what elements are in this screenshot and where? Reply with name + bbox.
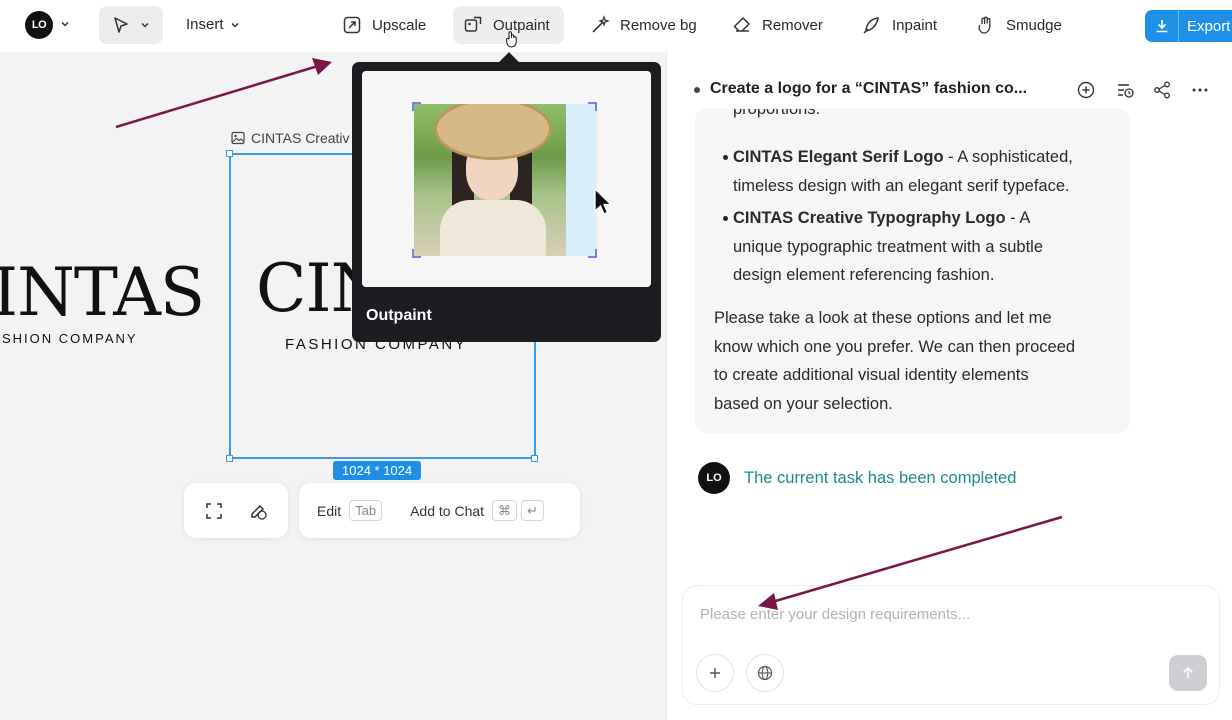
- remove-bg-label: Remove bg: [620, 16, 697, 34]
- list-item: CINTAS Elegant Serif Logo - A sophistica…: [733, 148, 1073, 195]
- frame-label[interactable]: CINTAS Creativ: [231, 130, 350, 146]
- inpaint-label: Inpaint: [892, 16, 938, 34]
- insert-menu[interactable]: Insert: [186, 16, 240, 33]
- inpaint-icon: [863, 17, 879, 34]
- partial-line: proportions.: [733, 109, 821, 118]
- export-label: Export: [1187, 17, 1231, 35]
- export-button[interactable]: Export: [1145, 10, 1232, 42]
- frame-edit-bar: Edit Tab Add to Chat ⌘ ↵: [299, 483, 580, 538]
- attach-button[interactable]: [696, 654, 734, 692]
- download-icon: [1145, 10, 1179, 42]
- preview-photo: [414, 104, 566, 256]
- list-item: CINTAS Creative Typography Logo - A uniq…: [733, 209, 1044, 284]
- resize-handle-bottom-left[interactable]: [226, 455, 233, 462]
- eraser-icon: [733, 17, 750, 32]
- chat-title: Create a logo for a “CINTAS” fashion co.…: [710, 80, 1028, 97]
- outpaint-icon: [464, 16, 482, 32]
- list-bullet: [723, 216, 728, 221]
- message-paragraph: Please take a look at these options and …: [714, 309, 1076, 413]
- upscale-icon: [343, 16, 361, 34]
- resize-handle-top-left[interactable]: [226, 150, 233, 157]
- smudge-icon: [978, 16, 991, 34]
- cursor-icon: [114, 17, 128, 33]
- hand-cursor-icon: [506, 31, 517, 48]
- upscale-button[interactable]: Upscale: [332, 6, 436, 44]
- enter-key: ↵: [521, 500, 544, 521]
- item-name: CINTAS Creative Typography Logo: [733, 209, 1006, 227]
- task-status: LO The current task has been completed: [698, 462, 1016, 494]
- left-logo-wordmark[interactable]: INTAS: [0, 254, 205, 331]
- globe-icon: [757, 665, 773, 681]
- frame-label-text: CINTAS Creativ: [251, 130, 350, 146]
- chevron-down-icon: [230, 22, 239, 28]
- remover-label: Remover: [762, 16, 823, 34]
- mouse-pointer-icon: [594, 187, 613, 215]
- web-search-button[interactable]: [746, 654, 784, 692]
- image-icon: [231, 131, 245, 145]
- remover-button[interactable]: Remover: [722, 6, 833, 44]
- left-logo-tagline: SHION COMPANY: [2, 331, 138, 346]
- add-to-chat-button[interactable]: Add to Chat: [410, 503, 484, 519]
- top-toolbar: LO Insert Upscale Outpaint Remove bg Rem…: [0, 0, 1232, 52]
- title-dot: [694, 87, 700, 93]
- corner-marker: [412, 249, 421, 258]
- new-chat-icon[interactable]: [1076, 80, 1096, 100]
- share-icon[interactable]: [1152, 80, 1172, 100]
- fit-frame-icon[interactable]: [204, 501, 224, 521]
- cmd-key: ⌘: [492, 500, 518, 521]
- edit-button[interactable]: Edit: [317, 503, 341, 519]
- select-tool-button[interactable]: [99, 6, 163, 44]
- arrow-up-icon: [1182, 666, 1194, 678]
- ai-edit-icon[interactable]: [248, 501, 268, 521]
- assistant-avatar: LO: [698, 462, 730, 494]
- outpaint-label: Outpaint: [493, 16, 550, 34]
- chevron-down-icon[interactable]: [60, 19, 70, 29]
- remove-bg-button[interactable]: Remove bg: [580, 6, 707, 44]
- corner-marker: [588, 249, 597, 258]
- corner-marker: [412, 102, 421, 111]
- smudge-button[interactable]: Smudge: [966, 6, 1072, 44]
- resize-handle-bottom-right[interactable]: [531, 455, 538, 462]
- frame-quick-actions: [184, 483, 288, 538]
- smudge-label: Smudge: [1006, 16, 1062, 34]
- inpaint-button[interactable]: Inpaint: [852, 6, 947, 44]
- corner-marker: [588, 102, 597, 111]
- send-button[interactable]: [1169, 655, 1207, 691]
- plus-icon: [710, 668, 720, 678]
- chevron-down-icon: [141, 22, 149, 28]
- item-name: CINTAS Elegant Serif Logo: [733, 148, 944, 166]
- insert-label: Insert: [186, 16, 224, 33]
- popover-title: Outpaint: [366, 307, 432, 324]
- task-complete-text: The current task has been completed: [744, 468, 1017, 487]
- remove-bg-icon: [592, 15, 610, 33]
- size-badge: 1024 * 1024: [333, 461, 422, 480]
- history-icon[interactable]: [1115, 80, 1135, 100]
- upscale-label: Upscale: [372, 16, 427, 34]
- edit-shortcut: Tab: [349, 500, 383, 521]
- outpaint-extension-area: [566, 104, 597, 256]
- more-options-icon[interactable]: [1190, 80, 1210, 100]
- design-requirements-input[interactable]: [700, 606, 1200, 623]
- app-logo[interactable]: LO: [25, 11, 53, 39]
- list-bullet: [723, 155, 728, 160]
